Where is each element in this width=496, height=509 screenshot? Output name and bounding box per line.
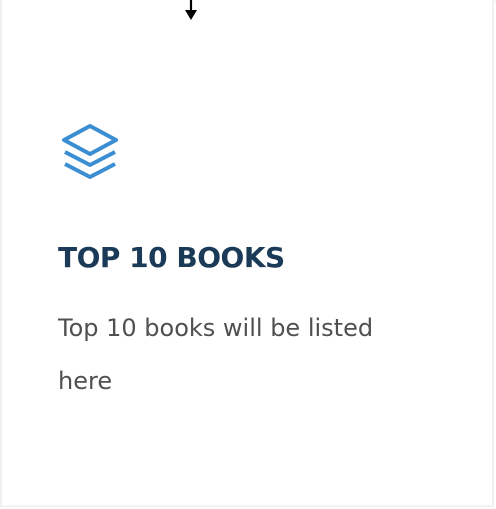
card-title: TOP 10 BOOKS — [58, 241, 285, 274]
layers-icon — [58, 122, 122, 186]
card-description: Top 10 books will be listed here — [58, 314, 374, 395]
feature-card: TOP 10 BOOKS Top 10 books will be listed… — [58, 122, 448, 408]
arrow-cursor-icon — [185, 0, 197, 20]
